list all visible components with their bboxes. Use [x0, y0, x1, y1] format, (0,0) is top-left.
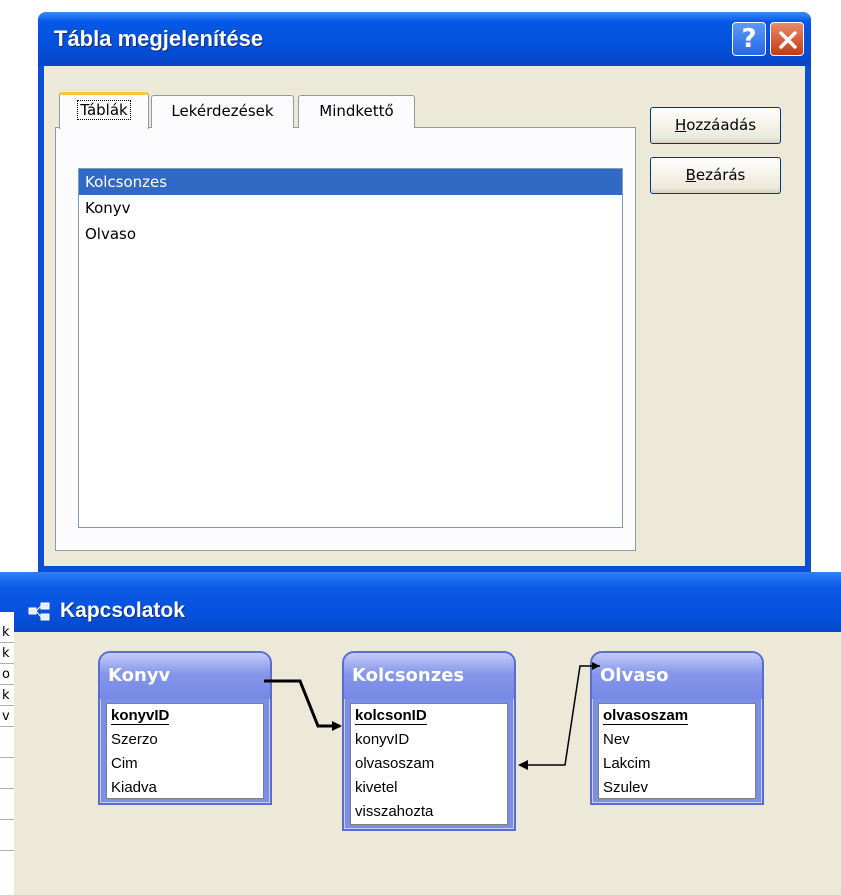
tab-both-label: Mindkettő: [319, 102, 394, 120]
relationship-konyv-kolcsonzes[interactable]: [264, 679, 342, 731]
help-icon: ?: [741, 24, 757, 54]
dialog-title: Tábla megjelenítése: [54, 26, 264, 51]
show-table-dialog: Tábla megjelenítése ? Táblák Lekérdezése…: [38, 12, 811, 572]
tab-tables-label: Táblák: [77, 100, 131, 120]
tab-queries-label: Lekérdezések: [171, 102, 274, 120]
strip-char: v: [2, 709, 10, 724]
strip-char: k: [2, 625, 10, 640]
strip-divider: [0, 788, 14, 789]
strip-char: k: [2, 646, 10, 661]
list-item-kolcsonzes[interactable]: Kolcsonzes: [79, 169, 622, 195]
help-button[interactable]: ?: [732, 22, 766, 56]
strip-divider: [0, 726, 14, 727]
strip-divider: [0, 663, 14, 664]
close-button-label: ezárás: [695, 166, 746, 184]
strip-char: k: [2, 688, 10, 703]
close-icon: [779, 31, 797, 49]
strip-divider: [0, 850, 14, 851]
strip-divider: [0, 757, 14, 758]
relationship-olvaso-kolcsonzes[interactable]: [518, 662, 600, 770]
list-item-olvaso[interactable]: Olvaso: [79, 221, 622, 247]
list-item-konyv[interactable]: Konyv: [79, 195, 622, 221]
relationships-window: Kapcsolatok Konyv konyvID Szerzo Cim Kia…: [0, 572, 841, 895]
background-window-strip: k k o k v: [0, 612, 14, 895]
strip-divider: [0, 705, 14, 706]
table-list[interactable]: Kolcsonzes Konyv Olvaso: [78, 168, 623, 528]
close-button[interactable]: [770, 22, 804, 56]
relationship-lines: [264, 662, 600, 770]
tab-tables[interactable]: Táblák: [59, 92, 149, 129]
strip-char: o: [2, 667, 10, 682]
close-dialog-button[interactable]: Bezárás: [650, 157, 781, 194]
tab-queries[interactable]: Lekérdezések: [151, 95, 294, 128]
strip-divider: [0, 819, 14, 820]
add-button-label: ozzáadás: [686, 116, 757, 134]
add-button[interactable]: Hozzáadás: [650, 107, 781, 144]
strip-divider: [0, 684, 14, 685]
tab-both[interactable]: Mindkettő: [298, 95, 415, 128]
add-button-accel: H: [674, 116, 687, 134]
strip-divider: [0, 642, 14, 643]
close-button-accel: B: [685, 166, 696, 184]
